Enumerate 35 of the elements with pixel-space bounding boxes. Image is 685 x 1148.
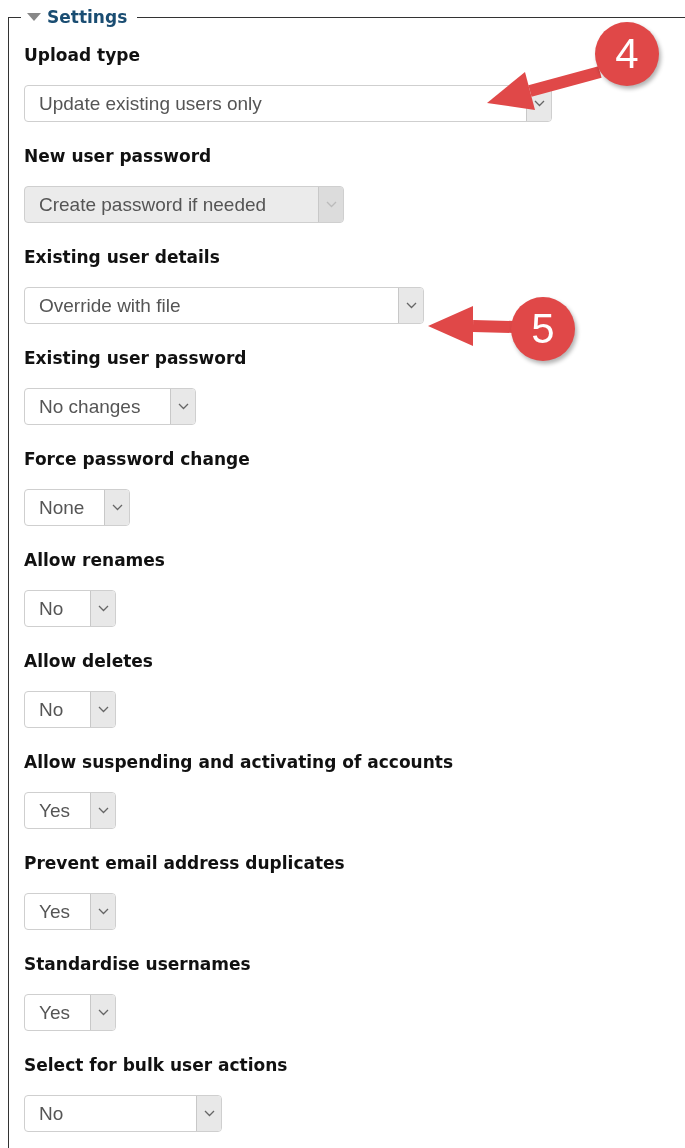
chevron-down-icon [97,605,109,612]
chevron-down-icon [177,403,189,410]
dropdown[interactable]: No changes [24,388,196,425]
chevron-down-icon [97,908,109,915]
field-label: Allow deletes [24,650,153,673]
chevron-down-icon [325,201,337,208]
dropdown[interactable]: Update existing users only [24,85,552,122]
chevron-down-icon [97,706,109,713]
field-label: Existing user details [24,246,220,269]
step-badge: 5 [511,297,575,361]
dropdown[interactable]: No [24,590,116,627]
chevron-down-icon [97,807,109,814]
field-label: Standardise usernames [24,953,251,976]
field-label: Upload type [24,44,140,67]
chevron-down-icon [97,1009,109,1016]
field-label: Prevent email address duplicates [24,852,345,875]
dropdown[interactable]: Yes [24,792,116,829]
chevron-down-icon [405,302,417,309]
dropdown[interactable]: No [24,691,116,728]
field-label: Select for bulk user actions [24,1054,288,1077]
dropdown[interactable]: Yes [24,994,116,1031]
field-label: New user password [24,145,212,168]
field-label: Existing user password [24,347,247,370]
field-label: Allow suspending and activating of accounts [24,751,454,774]
field-label: Allow renames [24,549,165,572]
expand-triangle-icon[interactable] [27,12,41,22]
step-badge: 4 [595,22,659,86]
dropdown[interactable]: No [24,1095,222,1132]
chevron-down-icon [203,1110,215,1117]
dropdown[interactable]: None [24,489,130,526]
field-label: Force password change [24,448,250,471]
chevron-down-icon [111,504,123,511]
section-title[interactable]: Settings [47,5,128,29]
dropdown[interactable]: Yes [24,893,116,930]
dropdown[interactable]: Override with file [24,287,424,324]
